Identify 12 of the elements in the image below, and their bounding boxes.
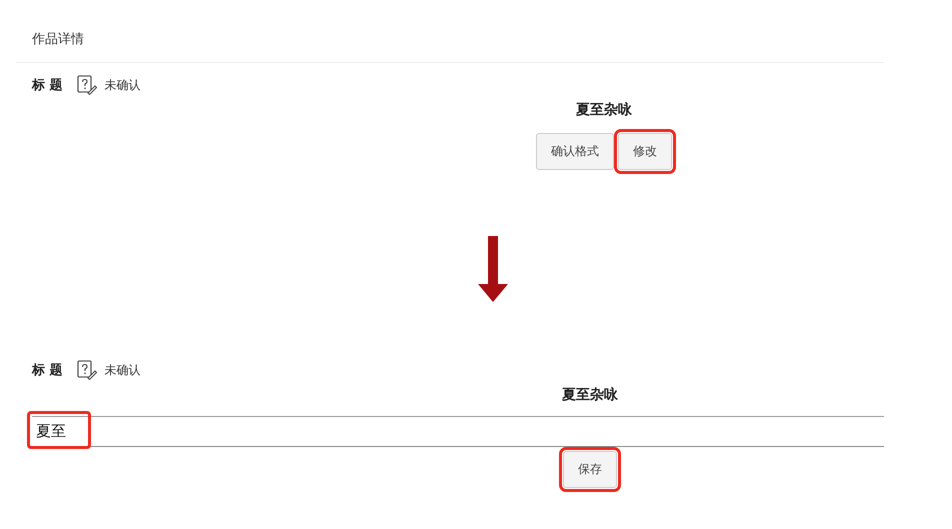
status-text: 未确认 [104,76,141,94]
work-title: 夏至杂咏 [576,101,632,119]
question-pencil-icon [76,75,97,95]
section-title: 作品详情 [32,32,84,47]
title-input-field[interactable]: 夏至 [32,416,884,447]
action-button[interactable]: 确认格式 [536,133,614,170]
down-arrow-icon [477,236,509,302]
question-pencil-icon [76,360,97,380]
field-label: 标 题 [32,77,63,94]
status-text: 未确认 [104,362,141,378]
field-label: 标 题 [32,362,63,379]
work-title: 夏至杂咏 [562,386,618,404]
